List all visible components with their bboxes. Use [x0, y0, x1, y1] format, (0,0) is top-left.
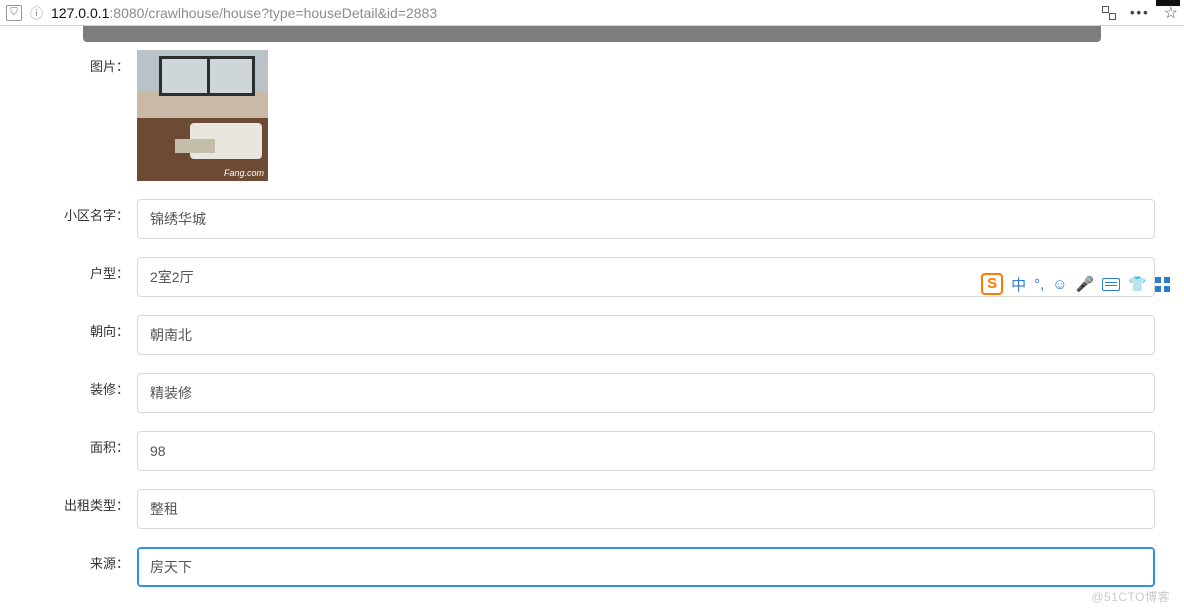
- browser-address-bar: ⛉ ⓘ 127.0.0.1:8080/crawlhouse/house?type…: [0, 0, 1184, 26]
- row-area: 面积：: [25, 431, 1159, 471]
- row-image: 图片： Fang.com: [25, 50, 1159, 181]
- ime-emoji-icon[interactable]: ☺: [1052, 276, 1067, 293]
- ime-skin-icon[interactable]: 👕: [1128, 275, 1147, 293]
- site-info-icon[interactable]: ⓘ: [30, 3, 43, 22]
- thumb-brand-text: Fang.com: [224, 168, 264, 178]
- ime-logo-icon[interactable]: S: [981, 273, 1003, 295]
- rent-type-field[interactable]: [137, 489, 1155, 529]
- label-orientation: 朝向：: [25, 315, 137, 349]
- url-text[interactable]: 127.0.0.1:8080/crawlhouse/house?type=hou…: [51, 5, 1102, 21]
- truncated-header-bar: [83, 26, 1101, 42]
- security-shield-icon[interactable]: ⛉: [6, 5, 22, 21]
- page-content: 图片： Fang.com 小区名字： 户型： 朝向： 装修：: [0, 26, 1184, 587]
- ime-language-indicator[interactable]: 中: [1011, 274, 1026, 295]
- row-source: 来源：: [25, 547, 1159, 587]
- ime-mic-icon[interactable]: 🎤: [1076, 275, 1095, 293]
- url-path: /crawlhouse/house?type=houseDetail&id=28…: [144, 5, 437, 21]
- row-decoration: 装修：: [25, 373, 1159, 413]
- house-detail-form: 图片： Fang.com 小区名字： 户型： 朝向： 装修：: [25, 50, 1159, 587]
- label-community: 小区名字：: [25, 199, 137, 233]
- watermark-text: @51CTO博客: [1091, 588, 1170, 605]
- row-rent-type: 出租类型：: [25, 489, 1159, 529]
- community-field[interactable]: [137, 199, 1155, 239]
- label-area: 面积：: [25, 431, 137, 465]
- ime-punct-icon[interactable]: °,: [1034, 276, 1044, 293]
- area-field[interactable]: [137, 431, 1155, 471]
- ime-toolbox-icon[interactable]: [1155, 277, 1170, 292]
- sogou-ime-toolbar[interactable]: S 中 °, ☺ 🎤 👕: [981, 273, 1170, 295]
- thumb-table-shape: [175, 139, 215, 153]
- row-community: 小区名字：: [25, 199, 1159, 239]
- decoration-field[interactable]: [137, 373, 1155, 413]
- label-image: 图片：: [25, 50, 137, 84]
- ime-keyboard-icon[interactable]: [1102, 278, 1120, 291]
- qr-icon[interactable]: [1102, 6, 1116, 20]
- orientation-field[interactable]: [137, 315, 1155, 355]
- thumb-window-shape: [159, 56, 255, 96]
- url-port: :8080: [109, 5, 144, 21]
- label-decoration: 装修：: [25, 373, 137, 407]
- more-actions-icon[interactable]: •••: [1130, 5, 1150, 20]
- label-layout: 户型：: [25, 257, 137, 291]
- row-orientation: 朝向：: [25, 315, 1159, 355]
- label-source: 来源：: [25, 547, 137, 581]
- window-top-patch: [1156, 0, 1180, 6]
- label-rent-type: 出租类型：: [25, 489, 137, 523]
- source-field[interactable]: [137, 547, 1155, 587]
- url-host: 127.0.0.1: [51, 5, 109, 21]
- house-thumbnail[interactable]: Fang.com: [137, 50, 268, 181]
